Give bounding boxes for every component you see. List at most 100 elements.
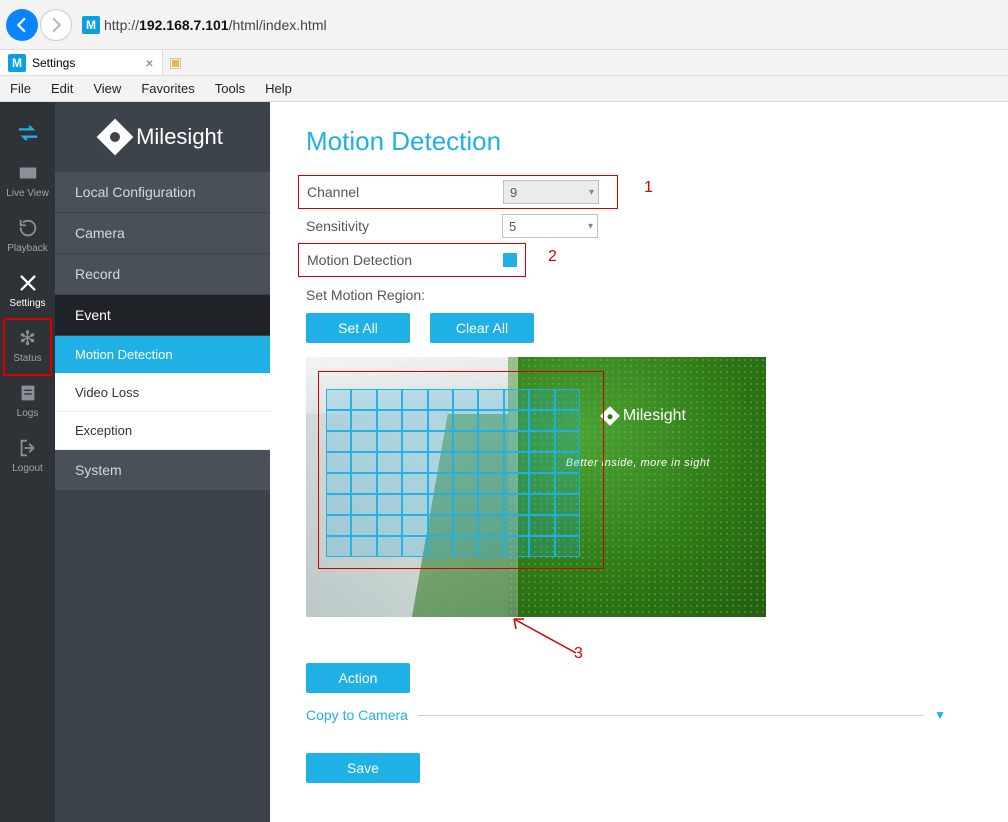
grid-cell[interactable] [478,410,503,431]
grid-cell[interactable] [428,389,453,410]
motion-region-preview[interactable]: Milesight Better inside, more in sight [306,357,766,617]
grid-cell[interactable] [402,431,427,452]
grid-cell[interactable] [326,536,351,557]
grid-cell[interactable] [351,494,376,515]
save-button[interactable]: Save [306,753,420,783]
grid-cell[interactable] [529,536,554,557]
grid-cell[interactable] [402,389,427,410]
sensitivity-select[interactable]: 5 ▾ [502,214,598,238]
forward-button[interactable] [40,9,72,41]
grid-cell[interactable] [377,515,402,536]
grid-cell[interactable] [529,389,554,410]
grid-cell[interactable] [351,515,376,536]
grid-cell[interactable] [504,389,529,410]
grid-cell[interactable] [402,410,427,431]
menu-camera[interactable]: Camera [55,213,270,254]
grid-cell[interactable] [555,389,580,410]
nav-playback[interactable]: Playback [0,217,55,254]
nav-logs[interactable]: Logs [0,382,55,419]
grid-cell[interactable] [529,515,554,536]
nav-swap-icon[interactable] [0,122,55,144]
grid-cell[interactable] [453,515,478,536]
grid-cell[interactable] [555,515,580,536]
menu-local-config[interactable]: Local Configuration [55,172,270,213]
grid-cell[interactable] [555,431,580,452]
grid-cell[interactable] [504,410,529,431]
nav-liveview[interactable]: Live View [0,162,55,199]
grid-cell[interactable] [326,452,351,473]
grid-cell[interactable] [529,452,554,473]
grid-cell[interactable] [428,452,453,473]
grid-cell[interactable] [504,494,529,515]
url-text[interactable]: http://192.168.7.101/html/index.html [104,17,327,33]
grid-cell[interactable] [504,515,529,536]
nav-settings[interactable]: Settings [0,272,55,309]
grid-cell[interactable] [428,515,453,536]
grid-cell[interactable] [326,389,351,410]
grid-cell[interactable] [453,473,478,494]
grid-cell[interactable] [555,494,580,515]
grid-cell[interactable] [402,494,427,515]
menu-file[interactable]: File [10,81,31,96]
grid-cell[interactable] [504,431,529,452]
grid-cell[interactable] [555,410,580,431]
tab-settings[interactable]: M Settings × [0,50,163,75]
grid-cell[interactable] [478,389,503,410]
chevron-down-icon[interactable]: ▼ [934,708,946,722]
motion-enable-checkbox[interactable] [503,253,517,267]
grid-cell[interactable] [326,431,351,452]
action-button[interactable]: Action [306,663,410,693]
grid-cell[interactable] [529,473,554,494]
grid-cell[interactable] [377,410,402,431]
submenu-video-loss[interactable]: Video Loss [55,374,270,412]
grid-cell[interactable] [504,473,529,494]
grid-cell[interactable] [453,452,478,473]
grid-cell[interactable] [478,431,503,452]
grid-cell[interactable] [377,431,402,452]
grid-cell[interactable] [555,473,580,494]
grid-cell[interactable] [478,473,503,494]
grid-cell[interactable] [428,431,453,452]
grid-cell[interactable] [402,536,427,557]
grid-cell[interactable] [555,536,580,557]
new-tab-button[interactable]: ▣ [163,50,189,75]
grid-cell[interactable] [351,389,376,410]
grid-cell[interactable] [555,452,580,473]
grid-cell[interactable] [453,389,478,410]
nav-logout[interactable]: Logout [0,437,55,474]
grid-cell[interactable] [504,536,529,557]
grid-cell[interactable] [453,494,478,515]
grid-cell[interactable] [377,452,402,473]
menu-system[interactable]: System [55,450,270,491]
grid-cell[interactable] [377,536,402,557]
channel-select[interactable]: 9 ▾ [503,180,599,204]
grid-cell[interactable] [351,473,376,494]
menu-event[interactable]: Event [55,295,270,336]
grid-cell[interactable] [402,452,427,473]
grid-cell[interactable] [529,431,554,452]
grid-cell[interactable] [478,536,503,557]
grid-cell[interactable] [453,431,478,452]
copy-to-camera-row[interactable]: Copy to Camera ▼ [306,707,946,723]
grid-cell[interactable] [478,515,503,536]
grid-cell[interactable] [453,536,478,557]
grid-cell[interactable] [529,494,554,515]
grid-cell[interactable] [377,389,402,410]
submenu-exception[interactable]: Exception [55,412,270,450]
grid-cell[interactable] [326,515,351,536]
grid-cell[interactable] [402,473,427,494]
grid-cell[interactable] [504,452,529,473]
grid-cell[interactable] [351,536,376,557]
grid-cell[interactable] [428,473,453,494]
grid-cell[interactable] [351,410,376,431]
grid-cell[interactable] [428,494,453,515]
menu-favorites[interactable]: Favorites [141,81,194,96]
grid-cell[interactable] [478,494,503,515]
grid-cell[interactable] [453,410,478,431]
clear-all-button[interactable]: Clear All [430,313,534,343]
grid-cell[interactable] [402,515,427,536]
grid-cell[interactable] [428,536,453,557]
menu-help[interactable]: Help [265,81,292,96]
grid-cell[interactable] [478,452,503,473]
grid-cell[interactable] [351,431,376,452]
